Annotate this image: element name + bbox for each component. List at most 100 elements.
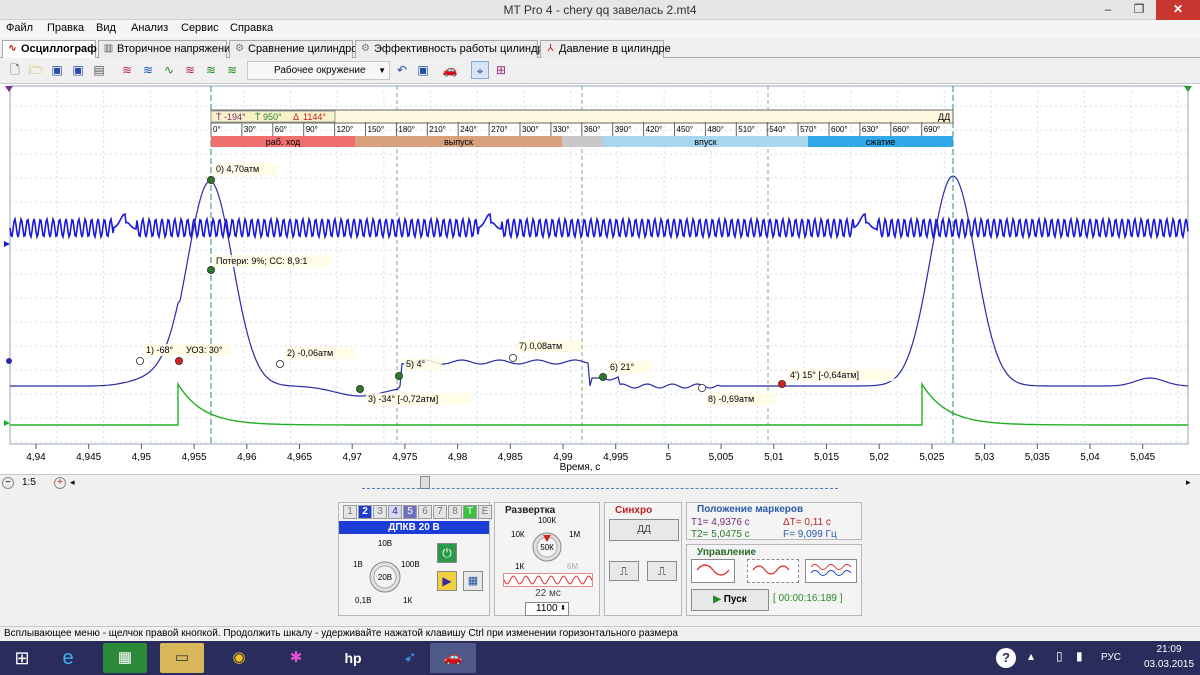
scroll-right-icon[interactable]: ▸ (1186, 477, 1196, 489)
channel-tab-8[interactable]: 8 (448, 505, 462, 519)
falling-edge-icon[interactable]: ⎍ (647, 561, 677, 581)
channel-tab-1[interactable]: 1 (343, 505, 357, 519)
save-workspace-icon[interactable]: ▣ (414, 61, 432, 79)
file-explorer-icon[interactable]: ▭ (160, 643, 204, 673)
mode-multi-icon[interactable] (805, 559, 857, 583)
tab-oscilloscope[interactable]: ∿ Осциллограф (2, 40, 97, 59)
battery-icon[interactable]: ▯ (1056, 649, 1063, 663)
cursor-mode-icon[interactable]: ⌖ (471, 61, 489, 79)
waves-icon[interactable]: ≋ (118, 61, 136, 79)
puzzle-app-icon[interactable]: ✱ (274, 643, 318, 673)
calculator-icon[interactable]: ▦ (463, 571, 483, 591)
samples-spinner[interactable]: 1100 ⬍ (525, 602, 569, 616)
grid-mode-icon[interactable]: ⊞ (492, 61, 510, 79)
menu-view[interactable]: Вид (96, 22, 116, 34)
maximize-button[interactable]: ❐ (1124, 0, 1154, 20)
undo-icon[interactable]: ↶ (393, 61, 411, 79)
power-icon[interactable]: ⏻ (437, 543, 457, 563)
mt-pro-taskbar-icon[interactable]: 🚗 (430, 643, 476, 673)
new-file-icon[interactable]: 🗋 (6, 61, 24, 79)
help-icon[interactable]: ? (996, 648, 1016, 668)
channel-tab-T[interactable]: T (463, 505, 477, 519)
menu-help[interactable]: Справка (230, 22, 273, 34)
media-player-icon[interactable]: ◉ (217, 643, 261, 673)
elapsed-timer: [ 00:00:16:189 ] (773, 593, 843, 604)
waves-single-icon[interactable]: ≋ (181, 61, 199, 79)
channel-tab-2[interactable]: 2 (358, 505, 372, 519)
menu-edit[interactable]: Правка (47, 22, 84, 34)
network-icon[interactable]: ▮ (1076, 649, 1083, 663)
mode-single-icon[interactable] (691, 559, 735, 583)
tab-cylinder-efficiency[interactable]: ⚙ Эффективность работы цилиндров (355, 40, 556, 58)
scroll-left-icon[interactable]: ◂ (70, 477, 80, 489)
waves-cross-icon[interactable]: ≋ (139, 61, 157, 79)
marker-point (206, 265, 215, 274)
x-tick-label: 4,97 (342, 452, 362, 463)
channel-tab-E[interactable]: E (478, 505, 492, 519)
degree-tick-label: 510° (738, 125, 755, 134)
cylinder-efficiency-icon: ⚙ (361, 43, 370, 54)
svg-text:6М: 6М (567, 562, 578, 571)
degree-tick-label: 90° (306, 125, 318, 134)
close-button[interactable]: ✕ (1156, 0, 1200, 20)
sync-mode-button[interactable]: ДД (609, 519, 679, 541)
mode-auto-icon[interactable] (747, 559, 799, 583)
clock-time[interactable]: 21:09 (1140, 644, 1198, 655)
minimize-button[interactable]: – (1093, 0, 1123, 20)
waves-dots-icon[interactable]: ∿ (160, 61, 178, 79)
sweep-knob[interactable]: 50К 100К 10К 1М 1К 6М (499, 515, 599, 575)
channel-tab-7[interactable]: 7 (433, 505, 447, 519)
x-tick-label: 5,035 (1025, 452, 1050, 463)
zoom-out-button[interactable]: − (2, 477, 14, 489)
plot-canvas[interactable]: 0° 30° 60° 90° 120° 150° 180° 210° 240° 270° 300° 3… (0, 84, 1200, 474)
open-folder-icon[interactable]: 🗁 (27, 61, 45, 79)
menu-file[interactable]: Файл (6, 22, 33, 34)
waves-check-icon[interactable]: ≋ (202, 61, 220, 79)
windows-start-icon[interactable]: ⊞ (0, 643, 44, 673)
taskbar: ⊞ e ▦ ▭ ◉ ✱ hp ➶ 🚗 ? ▴ ▯ ▮ РУС 21:09 03.… (0, 641, 1200, 675)
tab-secondary-voltage[interactable]: ▥ Вторичное напряжение (98, 40, 236, 58)
menu-analysis[interactable]: Анализ (131, 22, 168, 34)
frequency-readout: F= 9,099 Гц (783, 529, 837, 540)
channel-tab-3[interactable]: 3 (373, 505, 387, 519)
tab-cylinder-compare[interactable]: ⚙ Сравнение цилиндров (229, 40, 363, 58)
menu-service[interactable]: Сервис (181, 22, 219, 34)
start-button[interactable]: ▶ Пуск (691, 589, 769, 611)
voltage-range-knob[interactable]: 20В 10В 1В 100В 0,1В 1К (345, 535, 435, 613)
zoom-level: 1:5 (22, 477, 36, 488)
degree-tick-label: 480° (707, 125, 724, 134)
zoom-in-button[interactable]: + (54, 477, 66, 489)
start-label: Пуск (723, 594, 747, 605)
store-icon[interactable]: ▦ (103, 643, 147, 673)
play-icon[interactable]: ▶ (437, 571, 457, 591)
rising-edge-icon[interactable]: ⎍ (609, 561, 639, 581)
clock-date[interactable]: 03.03.2015 (1140, 659, 1198, 670)
channel-tab-5[interactable]: 5 (403, 505, 417, 519)
save-icon[interactable]: ▣ (48, 61, 66, 79)
tab-cylinder-pressure[interactable]: ⅄ Давление в цилиндре (540, 40, 671, 58)
t2-degree-value: 950° (263, 112, 282, 122)
title-bar: MT Pro 4 - chery qq завелась 2.mt4 – ❐ ✕ (0, 0, 1200, 20)
marker-point (355, 384, 364, 393)
internet-explorer-icon[interactable]: e (46, 643, 90, 673)
degree-tick-label: 660° (893, 125, 910, 134)
channel-tab-4[interactable]: 4 (388, 505, 402, 519)
sweep-preview-icon (503, 573, 593, 587)
x-tick-label: 4,985 (498, 452, 523, 463)
svg-text:1В: 1В (353, 560, 363, 569)
car-icon[interactable]: 🚗 (441, 61, 459, 79)
hp-icon[interactable]: hp (331, 643, 375, 673)
x-axis-ticks: 4,94 4,945 4,95 4,955 4,96 4,965 4,97 4,975 4,98… (26, 444, 1156, 463)
language-indicator[interactable]: РУС (1101, 652, 1121, 663)
waves-list-icon[interactable]: ≋ (223, 61, 241, 79)
svg-text:0,1В: 0,1В (355, 596, 371, 605)
t1-degree-value: -194° (224, 112, 246, 122)
rocket-app-icon[interactable]: ➶ (388, 643, 432, 673)
tray-expand-icon[interactable]: ▴ (1028, 649, 1034, 663)
print-icon[interactable]: ▤ (90, 61, 108, 79)
workspace-dropdown[interactable]: Рабочее окружение ▼ (247, 61, 390, 80)
phase-label: выпуск (444, 137, 473, 147)
oscillogram-plot[interactable]: 0° 30° 60° 90° 120° 150° 180° 210° 240° 270° 300° 3… (0, 84, 1200, 474)
channel-tab-6[interactable]: 6 (418, 505, 432, 519)
save-as-icon[interactable]: ▣ (69, 61, 87, 79)
